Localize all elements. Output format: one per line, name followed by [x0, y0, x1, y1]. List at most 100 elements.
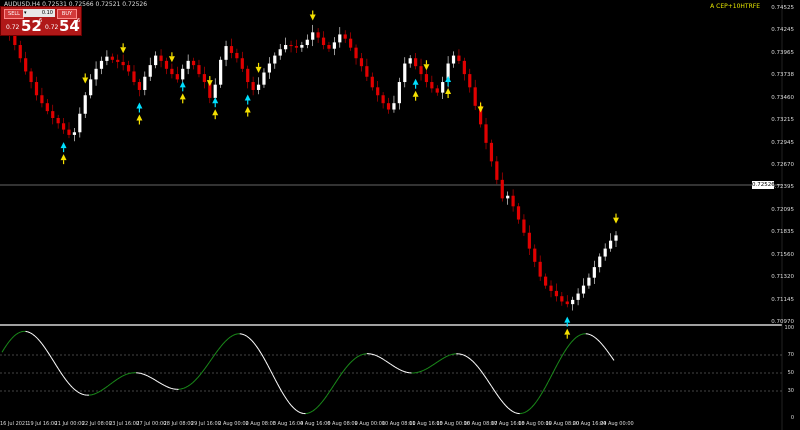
- oscillator-segment: [502, 402, 507, 406]
- price-tick-label: 0.71835: [771, 229, 794, 236]
- oscillator-segment: [91, 393, 94, 396]
- oscillator-segment: [531, 404, 535, 408]
- oscillator-segment: [510, 409, 514, 412]
- oscillator-segment: [347, 362, 351, 366]
- oscillator-segment: [552, 368, 556, 374]
- oscillator-segment: [187, 384, 191, 387]
- time-tick-label: 2 Aug 08:00: [245, 421, 276, 427]
- oscillator-segment: [526, 409, 530, 412]
- candle-body: [451, 55, 456, 64]
- oscillator-segment: [6, 341, 10, 346]
- oscillator-segment: [594, 337, 598, 340]
- candle-body: [430, 82, 434, 89]
- price-tick-label: 0.73215: [771, 117, 794, 124]
- candle-body: [67, 129, 71, 135]
- candle-body: [381, 95, 385, 104]
- candle-body: [581, 285, 586, 294]
- oscillator-segment: [550, 372, 554, 378]
- oscillator-segment: [597, 339, 601, 343]
- oscillator-segment: [542, 386, 547, 391]
- candle-body: [489, 142, 494, 162]
- oscillator-segment: [540, 390, 544, 395]
- oscillator-segment: [185, 385, 189, 388]
- candle-body: [543, 276, 548, 286]
- price-tick-label: 0.72095: [771, 206, 794, 213]
- buy-price-sup[interactable]: 6: [77, 18, 80, 24]
- oscillator-segment: [328, 388, 332, 393]
- signal-arrow-icon: [564, 328, 571, 335]
- candle-body: [332, 42, 336, 49]
- oscillator-segment: [74, 389, 78, 393]
- price-tick-label: 0.74525: [771, 5, 794, 11]
- candle-body: [164, 60, 169, 69]
- candle-body: [273, 55, 277, 64]
- oscillator-segment: [11, 336, 15, 340]
- oscillator-tick-label: 70: [787, 352, 794, 358]
- oscillator-segment: [535, 398, 540, 403]
- oscillator-segment: [244, 334, 248, 337]
- candle-body: [213, 84, 217, 98]
- candle-body: [267, 63, 271, 73]
- price-chart[interactable]: [0, 0, 800, 430]
- oscillator-segment: [253, 342, 257, 347]
- candle-body: [386, 103, 391, 110]
- oscillator-segment: [592, 335, 596, 339]
- oscillator-segment: [362, 353, 365, 356]
- oscillator-segment: [576, 335, 579, 338]
- candle-body: [354, 47, 358, 59]
- oscillator-segment: [168, 387, 172, 389]
- oscillator-segment: [272, 374, 276, 380]
- oscillator-segment: [350, 360, 354, 364]
- candle-body: [522, 219, 526, 233]
- oscillator-segment: [505, 405, 509, 409]
- oscillator-segment: [321, 398, 325, 403]
- candle-body: [327, 45, 331, 49]
- oscillator-segment: [423, 368, 426, 371]
- current-price-label: 0.72526: [752, 181, 775, 189]
- time-tick-label: 28 Jul 08:00: [163, 421, 194, 427]
- oscillator-segment: [599, 341, 603, 345]
- candle-body: [500, 179, 504, 199]
- candle-body: [527, 232, 531, 249]
- candle-body: [403, 63, 407, 83]
- candle-body: [78, 113, 82, 133]
- oscillator-segment: [29, 332, 33, 335]
- oscillator-segment: [404, 371, 407, 373]
- oscillator-segment: [147, 375, 151, 378]
- sell-price-sup[interactable]: 6: [39, 18, 42, 24]
- indicator-label: A CEP+10HTRFE: [710, 3, 760, 10]
- oscillator-segment: [371, 353, 375, 356]
- candle-body: [343, 34, 347, 39]
- oscillator-segment: [248, 337, 252, 341]
- candle-body: [143, 76, 147, 90]
- oscillator-segment: [430, 364, 434, 368]
- candle-body: [202, 74, 206, 83]
- oscillator-segment: [437, 359, 441, 363]
- lot-stepper-icon[interactable]: ▾: [24, 9, 27, 17]
- oscillator-segment: [18, 331, 22, 334]
- oscillator-segment: [472, 360, 476, 365]
- oscillator-segment: [317, 404, 321, 408]
- candle-body: [462, 60, 466, 75]
- oscillator-segment: [227, 336, 231, 340]
- sell-signal-arrow-icon: [423, 64, 430, 71]
- lot-size-input[interactable]: 0.10: [23, 9, 55, 17]
- sell-price-prefix[interactable]: 0.72: [6, 24, 19, 31]
- buy-price-prefix[interactable]: 0.72: [45, 24, 58, 31]
- candle-body: [506, 195, 510, 199]
- oscillator-segment: [194, 377, 198, 381]
- oscillator-tick-label: 50: [787, 370, 794, 376]
- oscillator-segment: [60, 372, 64, 377]
- candle-body: [278, 49, 282, 56]
- candle-body: [126, 65, 131, 72]
- price-tick-label: 0.72670: [771, 162, 794, 168]
- oscillator-segment: [427, 366, 431, 369]
- oscillator-segment: [512, 411, 516, 414]
- oscillator-segment: [204, 365, 208, 370]
- oscillator-segment: [161, 383, 165, 386]
- oscillator-segment: [465, 355, 469, 358]
- oscillator-segment: [213, 352, 217, 357]
- oscillator-segment: [81, 393, 85, 396]
- sell-signal-arrow-icon: [82, 77, 89, 84]
- candle-body: [61, 123, 66, 130]
